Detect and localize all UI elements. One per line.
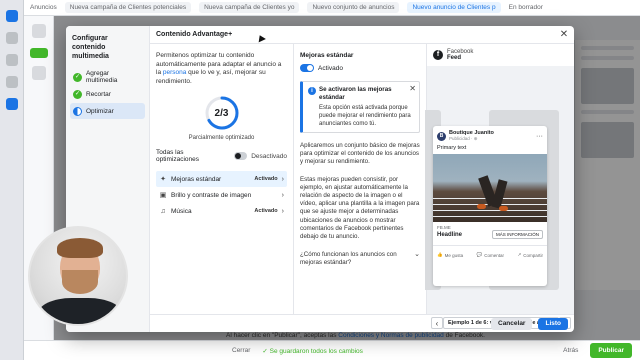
- create-button[interactable]: [29, 48, 48, 58]
- sponsored-label: Publicidad · ⊕: [449, 136, 478, 141]
- facebook-icon: f: [433, 50, 443, 60]
- check-icon: ✓: [73, 72, 82, 82]
- primary-text: Primary text: [437, 145, 467, 151]
- folder-icon[interactable]: [5, 54, 18, 66]
- nav-title: Configurar contenido multimedia: [72, 35, 109, 60]
- tab-campaign-2[interactable]: Nueva campaña de Clientes yo: [199, 2, 300, 13]
- image-icon: ▣: [159, 192, 167, 199]
- back-button[interactable]: Atrás: [563, 347, 578, 354]
- webcam-overlay: [28, 226, 128, 326]
- option-standard-enhancements[interactable]: ✦ Mejoras estándar Activado ›: [156, 171, 287, 187]
- step-add-media[interactable]: ✓ Agregar multimedia: [70, 69, 145, 85]
- detail-toggle-label: Activado: [318, 64, 343, 72]
- like-action: 👍 Me gusta: [437, 252, 464, 258]
- home-icon[interactable]: [5, 32, 18, 44]
- in-progress-icon: [73, 106, 82, 116]
- modal-footer: Cancelar Listo: [150, 314, 574, 332]
- modal-title: Contenido Advantage+: [156, 31, 233, 38]
- share-icon: ↗: [517, 252, 522, 257]
- comment-icon: 💬: [476, 252, 483, 257]
- publish-button[interactable]: Publicar: [590, 343, 632, 358]
- detail-paragraph-2: Estas mejoras pueden consistir, por ejem…: [300, 175, 420, 241]
- comment-action: 💬 Comentar: [476, 252, 504, 258]
- check-icon: ✓: [73, 89, 82, 99]
- all-optimizations-state: Desactivado: [251, 152, 287, 160]
- preview-header: f Facebook Feed: [427, 44, 574, 66]
- ad-preview-card: B Boutique Juanito Publicidad · ⊕ ··· Pr…: [433, 126, 547, 286]
- progress-label: Parcialmente optimizado: [188, 135, 255, 141]
- modal-header: Contenido Advantage+: [150, 26, 574, 44]
- sparkle-icon: ✦: [160, 176, 166, 183]
- app-title: Anuncios: [30, 4, 57, 11]
- step-optimize[interactable]: Optimizar: [70, 103, 145, 119]
- done-button[interactable]: Listo: [538, 317, 568, 330]
- tab-adset[interactable]: Nuevo conjunto de anuncios: [307, 2, 400, 13]
- post-actions: 👍 Me gusta 💬 Comentar ↗ Compartir: [433, 245, 547, 258]
- editor-footer: Cerrar ✓ Se guardaron todos los cambios …: [24, 340, 640, 360]
- close-editor-button[interactable]: Cerrar: [232, 347, 250, 354]
- music-icon: ♫: [160, 207, 166, 215]
- grid-icon[interactable]: [5, 98, 18, 110]
- close-icon[interactable]: ✕: [558, 29, 570, 41]
- all-optimizations-toggle[interactable]: [233, 152, 248, 160]
- info-icon: i: [308, 87, 316, 95]
- tab-campaign[interactable]: Nueva campaña de Clientes potenciales: [64, 2, 192, 13]
- all-optimizations-label: Todas las optimizaciones: [156, 149, 199, 163]
- left-rail: [0, 0, 24, 360]
- ad-headline: Headline: [437, 231, 463, 238]
- page-avatar: B: [437, 131, 446, 141]
- progress-value: 2/3: [214, 107, 229, 119]
- notice-title: Se activaron las mejoras estándar: [319, 86, 392, 101]
- cta-button: MÁS INFORMACIÓN: [491, 230, 543, 239]
- optimization-column: Permitenos optimizar tu contenido automá…: [150, 44, 294, 314]
- intro-text: Permitenos optimizar tu contenido automá…: [156, 52, 282, 85]
- chart-icon[interactable]: [5, 76, 18, 88]
- optimization-progress-ring: 2/3: [203, 94, 241, 132]
- chevron-right-icon: ›: [281, 207, 284, 215]
- ad-image: [433, 154, 547, 222]
- tree-icon[interactable]: [31, 24, 46, 38]
- detail-paragraph-1: Aplicaremos un conjunto básico de mejora…: [300, 142, 420, 166]
- ad-preview-column: f Facebook Feed B Boutique Juanito Publi…: [425, 44, 574, 329]
- tab-ad[interactable]: Nuevo anuncio de Clientes p: [407, 2, 501, 13]
- saved-status: ✓ Se guardaron todos los cambios: [262, 347, 363, 355]
- share-action: ↗ Compartir: [517, 252, 543, 258]
- tree-item[interactable]: [31, 66, 46, 80]
- meta-logo-icon[interactable]: [5, 10, 18, 22]
- chevron-down-icon: ⌄: [414, 251, 420, 259]
- detail-column: Mejoras estándar Activado i Se activaron …: [294, 44, 426, 314]
- detail-heading: Mejoras estándar: [300, 52, 354, 59]
- preview-placement: Feed: [447, 55, 462, 61]
- chevron-right-icon: ›: [281, 175, 284, 183]
- more-options-icon: ···: [536, 132, 543, 140]
- top-bar: Anuncios Nueva campaña de Clientes poten…: [24, 0, 640, 16]
- advantage-media-modal: Configurar contenido multimedia ✓ Agrega…: [66, 26, 574, 332]
- ad-domain: FB.ME: [437, 225, 451, 230]
- persona-link[interactable]: persona: [163, 69, 187, 76]
- close-notice-icon[interactable]: ✕: [409, 84, 416, 93]
- info-notice: i Se activaron las mejoras estándar Esta …: [300, 81, 420, 133]
- like-icon: 👍: [437, 252, 443, 257]
- option-music[interactable]: ♫ Música Activado ›: [156, 203, 287, 219]
- all-optimizations-row: Todas las optimizaciones Desactivado: [156, 149, 287, 163]
- optimization-list: ✦ Mejoras estándar Activado › ▣ Brillo y…: [156, 171, 287, 219]
- option-brightness-contrast[interactable]: ▣ Brillo y contraste de imagen ›: [156, 187, 287, 203]
- notice-body: Esta opción está activada porque puede m…: [319, 105, 411, 127]
- standard-enhancements-toggle[interactable]: [300, 64, 314, 72]
- chevron-right-icon: ›: [281, 191, 284, 199]
- detail-toggle-row: Activado: [300, 64, 420, 72]
- faq-expander[interactable]: ¿Cómo funcionan los anuncios con mejoras…: [300, 251, 420, 267]
- step-crop[interactable]: ✓ Recortar: [70, 86, 145, 102]
- cancel-button[interactable]: Cancelar: [491, 317, 533, 330]
- draft-status: En borrador: [508, 4, 543, 11]
